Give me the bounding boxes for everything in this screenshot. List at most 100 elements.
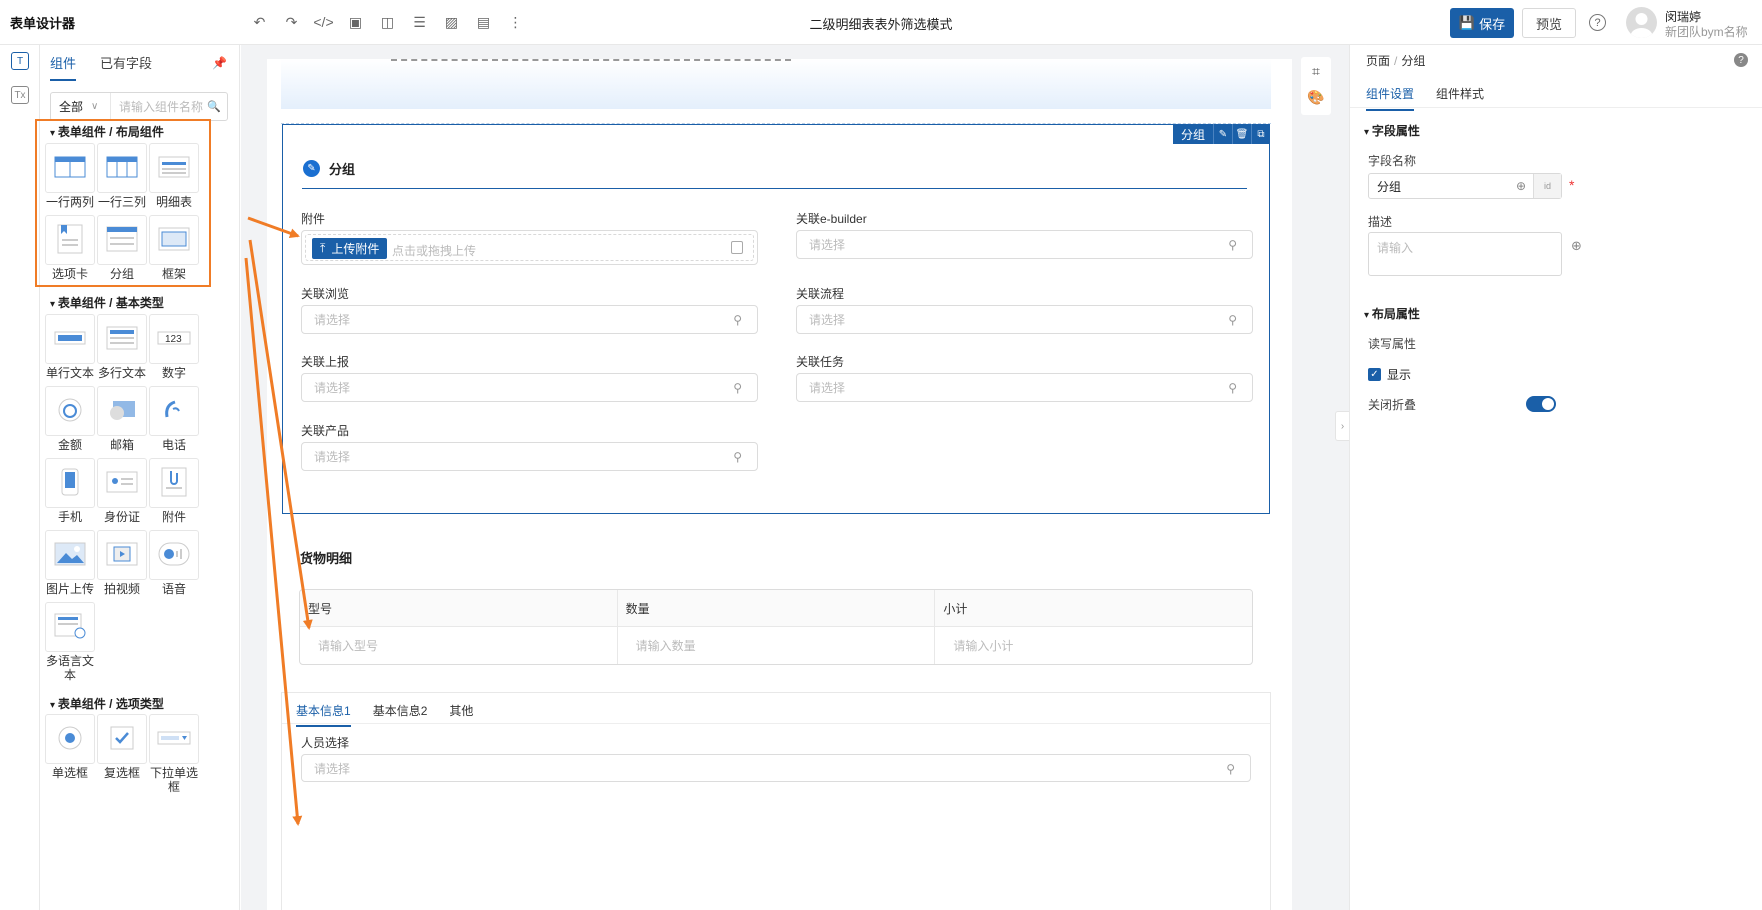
property-tab-divider [1350, 107, 1762, 108]
field-properties-section[interactable]: 字段属性 [1364, 122, 1420, 139]
globe-icon[interactable]: ⊕ [1509, 179, 1533, 193]
code-icon[interactable]: </> [312, 12, 335, 32]
field-name-input[interactable]: 分组 ⊕ id [1368, 173, 1562, 199]
multilingual-text-icon [54, 613, 86, 642]
ebuilder-select[interactable]: 请选择 ⚲ [796, 230, 1253, 259]
globe-icon[interactable]: ⊕ [1571, 238, 1582, 254]
database-icon[interactable]: ☰ [408, 12, 431, 32]
component-tile[interactable] [97, 458, 147, 508]
breadcrumb-page[interactable]: 页面 [1366, 54, 1390, 68]
browse-placeholder: 请选择 [314, 313, 351, 327]
layout-icon[interactable]: ◫ [376, 12, 399, 32]
quantity-input[interactable]: 请输入数量 [618, 627, 936, 664]
avatar[interactable] [1626, 7, 1657, 38]
search-icon: ⚲ [733, 381, 742, 395]
workflow-select[interactable]: 请选择 ⚲ [796, 305, 1253, 334]
detail-table[interactable]: 型号 数量 小计 请输入型号 请输入数量 请输入小计 [299, 589, 1253, 665]
description-textarea[interactable]: 请输入 [1368, 232, 1562, 276]
layout-properties-section[interactable]: 布局属性 [1364, 305, 1420, 322]
group-component[interactable]: 分组 ✎ 🗑 ⧉ ✎ 分组 附件 ⤒ 上传附件 点击或拖拽上传 关联e-buil… [282, 124, 1270, 514]
component-tile-label: 图片上传 [45, 582, 94, 596]
paste-icon[interactable] [731, 241, 743, 254]
property-panel: 页面/分组 ? 组件设置 组件样式 字段属性 字段名称 分组 ⊕ id * 描述… [1349, 45, 1762, 910]
report-select[interactable]: 请选择 ⚲ [301, 373, 758, 402]
app-title: 表单设计器 [10, 16, 76, 31]
chart-icon[interactable]: ▨ [440, 12, 463, 32]
category-select[interactable]: 全部 ∨ [51, 93, 111, 120]
component-tile[interactable] [45, 314, 95, 364]
search-icon: ⚲ [733, 450, 742, 464]
attachment-field[interactable]: ⤒ 上传附件 点击或拖拽上传 [301, 230, 758, 265]
video-icon [106, 542, 138, 569]
edit-icon[interactable]: ✎ [303, 160, 320, 177]
text-rail-icon[interactable]: Tx [11, 86, 29, 104]
component-tile[interactable] [97, 530, 147, 580]
component-tile[interactable] [45, 386, 95, 436]
component-tile[interactable] [97, 314, 147, 364]
document-icon[interactable]: ▤ [472, 12, 495, 32]
component-tile[interactable] [45, 714, 95, 764]
delete-icon[interactable]: 🗑 [1232, 124, 1251, 144]
form-banner [281, 59, 1271, 109]
component-tile[interactable] [45, 530, 95, 580]
save-button[interactable]: 💾 保存 [1450, 8, 1514, 38]
product-select[interactable]: 请选择 ⚲ [301, 442, 758, 471]
tab-components[interactable]: 组件 [50, 53, 77, 81]
tab-existing-fields[interactable]: 已有字段 [100, 53, 152, 81]
component-tile[interactable] [45, 602, 95, 652]
component-tile[interactable] [97, 386, 147, 436]
help-icon[interactable]: ? [1734, 53, 1748, 67]
more-icon[interactable]: ⋮ [504, 12, 527, 32]
task-label: 关联任务 [796, 355, 845, 369]
search-icon: ⚲ [1226, 762, 1235, 776]
copy-icon[interactable]: ⧉ [1251, 124, 1270, 144]
preview-button[interactable]: 预览 [1522, 8, 1576, 38]
component-tile[interactable]: 123 [149, 314, 199, 364]
person-select[interactable]: 请选择 ⚲ [301, 754, 1251, 782]
table-row: 请输入型号 请输入数量 请输入小计 [300, 627, 1252, 664]
component-tile[interactable] [149, 458, 199, 508]
component-search-input[interactable]: 请输入组件名称 [111, 98, 207, 115]
upload-dropzone[interactable]: ⤒ 上传附件 点击或拖拽上传 [305, 234, 754, 261]
component-tile-label: 多行文本 [97, 366, 146, 380]
person-select-label: 人员选择 [301, 736, 350, 750]
tab-divider [282, 723, 1270, 724]
node-select-icon[interactable]: ⌗ [1307, 62, 1325, 80]
number-icon: 123 [157, 331, 191, 348]
palette-icon[interactable]: 🎨 [1307, 88, 1325, 106]
component-tile-label: 金额 [57, 438, 82, 452]
task-select[interactable]: 请选择 ⚲ [796, 373, 1253, 402]
upload-button[interactable]: ⤒ 上传附件 [312, 238, 388, 259]
component-tile-label: 附件 [161, 510, 186, 524]
tab-component[interactable]: 基本信息1 基本信息2 其他 人员选择 请选择 ⚲ [281, 692, 1271, 910]
id-icon[interactable]: id [1533, 174, 1561, 198]
svg-text:123: 123 [165, 334, 182, 345]
undo-icon[interactable]: ↶ [248, 12, 271, 32]
upload-icon: ⤒ [320, 241, 326, 255]
column-header: 型号 [300, 590, 618, 626]
search-icon[interactable]: 🔍 [207, 100, 227, 113]
component-tile-label: 单选框 [51, 766, 88, 780]
component-tile[interactable] [97, 714, 147, 764]
help-icon[interactable]: ? [1589, 14, 1606, 31]
collapse-toggle[interactable] [1526, 396, 1556, 412]
model-input[interactable]: 请输入型号 [300, 627, 618, 664]
toolbar: ↶ ↷ </> ▣ ◫ ☰ ▨ ▤ ⋮ [248, 12, 527, 32]
components-rail-icon[interactable]: T [11, 52, 29, 70]
workflow-label: 关联流程 [796, 287, 845, 301]
group-divider [302, 188, 1247, 189]
image-icon[interactable]: ▣ [344, 12, 367, 32]
brush-icon[interactable]: ✎ [1213, 124, 1232, 144]
browse-select[interactable]: 请选择 ⚲ [301, 305, 758, 334]
subtotal-input[interactable]: 请输入小计 [935, 627, 1252, 664]
ebuilder-label: 关联e-builder [796, 212, 867, 226]
component-tile[interactable] [149, 386, 199, 436]
panel-collapse-handle[interactable]: › [1335, 411, 1349, 441]
redo-icon[interactable]: ↷ [280, 12, 303, 32]
component-tile[interactable] [45, 458, 95, 508]
component-tile[interactable] [149, 714, 199, 764]
show-label: 显示 [1387, 368, 1412, 382]
component-tile[interactable] [149, 530, 199, 580]
show-checkbox[interactable]: ✓ 显示 [1368, 366, 1411, 383]
pin-icon[interactable]: 📌 [212, 56, 227, 70]
